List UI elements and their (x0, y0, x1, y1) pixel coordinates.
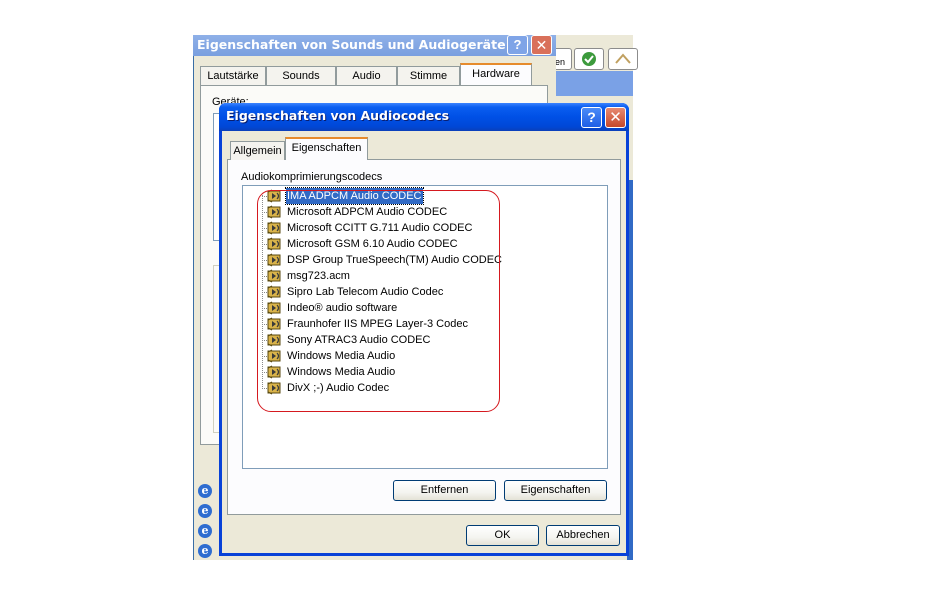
ok-button[interactable]: OK (466, 525, 539, 546)
background-window-titlebar (549, 71, 633, 96)
ie-icon[interactable]: e (198, 504, 212, 518)
tab-stimme[interactable]: Stimme (397, 66, 460, 85)
sounds-dialog-title: Eigenschaften von Sounds und Audiogeräte (197, 37, 506, 52)
close-button[interactable]: ✕ (605, 107, 626, 128)
help-button[interactable]: ? (581, 107, 602, 128)
remove-button[interactable]: Entfernen (393, 480, 496, 501)
annotation-oval (257, 190, 500, 412)
green-check-icon (582, 52, 596, 66)
tab-eigenschaften[interactable]: Eigenschaften (285, 137, 368, 160)
codec-list-label: Audiokomprimierungscodecs (241, 171, 383, 183)
properties-button[interactable]: Eigenschaften (504, 480, 607, 501)
tab-sounds[interactable]: Sounds (266, 66, 336, 85)
background-toolbar-button[interactable] (608, 48, 638, 70)
envelope-icon (615, 53, 631, 64)
sounds-help-button[interactable]: ? (507, 35, 528, 55)
background-toolbar-button[interactable] (574, 48, 604, 70)
tab-hardware[interactable]: Hardware (460, 63, 532, 85)
ie-icon[interactable]: e (198, 484, 212, 498)
ie-icon[interactable]: e (198, 524, 212, 538)
audiocodecs-dialog-title: Eigenschaften von Audiocodecs (226, 108, 450, 123)
tab-allgemein[interactable]: Allgemein (230, 141, 285, 160)
ie-icon[interactable]: e (198, 544, 212, 558)
cancel-button[interactable]: Abbrechen (546, 525, 620, 546)
tab-lautstaerke[interactable]: Lautstärke (200, 66, 266, 85)
sounds-close-button[interactable]: ✕ (531, 35, 552, 55)
tab-audio[interactable]: Audio (336, 66, 397, 85)
